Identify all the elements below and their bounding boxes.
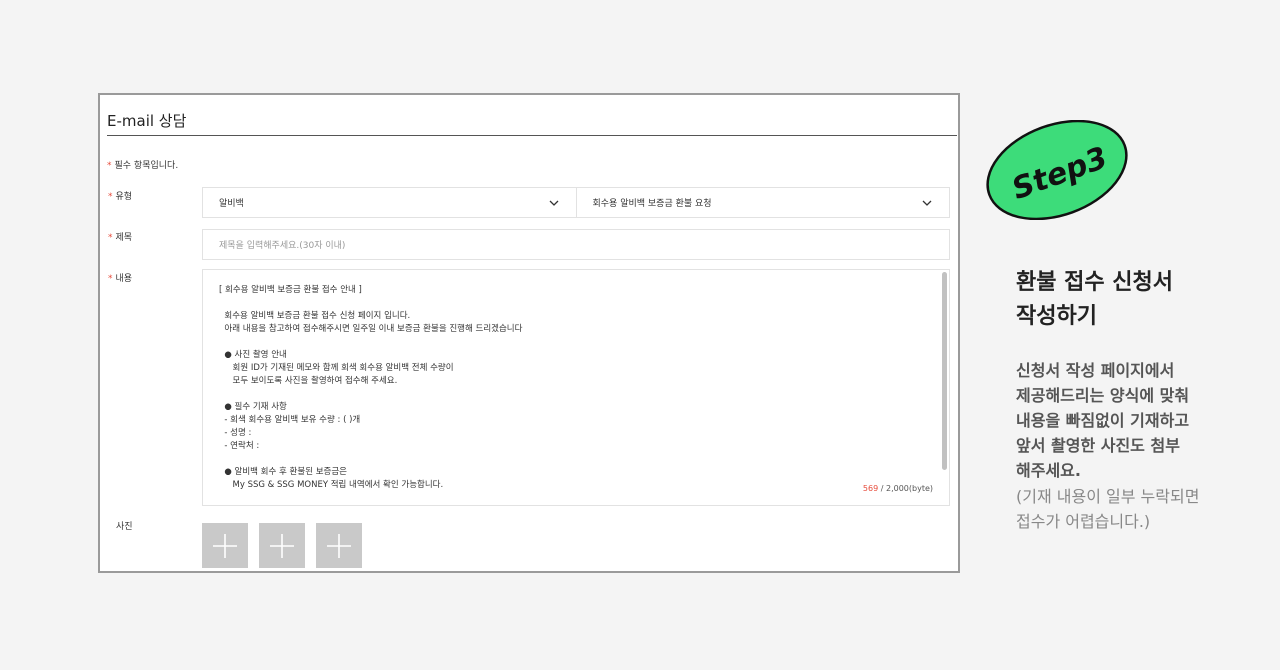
side-desc-line: 해주세요. [1016, 461, 1081, 480]
chevron-down-icon [549, 200, 558, 206]
required-note: * 필수 항목입니다. [107, 158, 178, 171]
content-label-text: 내용 [115, 274, 133, 284]
type-select-secondary[interactable]: 회수용 알비백 보증금 환불 요청 [575, 188, 950, 217]
side-note-line: 접수가 어렵습니다.) [1016, 512, 1151, 531]
content-textarea[interactable]: [ 회수용 알비백 보증금 환불 접수 안내 ] 회수용 알비백 보증금 환불 … [202, 269, 950, 506]
type-select-primary-value: 알비백 [219, 199, 244, 209]
content-text: [ 회수용 알비백 보증금 환불 접수 안내 ] 회수용 알비백 보증금 환불 … [219, 285, 523, 490]
plus-icon [327, 534, 351, 558]
form-title: E-mail 상담 [107, 111, 957, 136]
side-desc-line: 제공해드리는 양식에 맞춰 [1016, 386, 1190, 405]
required-star: * [108, 192, 113, 202]
side-desc-line: 앞서 촬영한 사진도 첨부 [1016, 436, 1180, 455]
required-star: * [108, 233, 113, 243]
side-desc-line: 내용을 빠짐없이 기재하고 [1016, 411, 1190, 430]
required-star: * [107, 161, 112, 171]
side-heading-line1: 환불 접수 신청서 [1016, 270, 1173, 295]
required-star: * [108, 274, 113, 284]
type-select-primary[interactable]: 알비백 [203, 188, 576, 217]
add-photo-button[interactable] [202, 523, 248, 568]
side-note: (기재 내용이 일부 누락되면 접수가 어렵습니다.) [1016, 484, 1246, 534]
side-desc-line: 신청서 작성 페이지에서 [1016, 361, 1175, 380]
byte-counter: 569 / 2,000(byte) [860, 484, 935, 493]
subject-label-text: 제목 [115, 233, 133, 243]
type-label-text: 유형 [115, 192, 133, 202]
step3-badge: Step3 [986, 120, 1128, 220]
email-form-panel: E-mail 상담 * 필수 항목입니다. * 유형 알비백 회수용 알비백 보증금… [98, 93, 960, 573]
side-heading: 환불 접수 신청서 작성하기 [1016, 266, 1246, 334]
byte-current: 569 [862, 484, 879, 493]
photo-label: 사진 [116, 522, 133, 532]
subject-input[interactable]: 제목을 입력해주세요.(30자 이내) [202, 229, 950, 260]
plus-icon [213, 534, 237, 558]
photo-upload-row [202, 523, 362, 568]
type-select-secondary-value: 회수용 알비백 보증금 환불 요청 [592, 199, 712, 209]
add-photo-button[interactable] [316, 523, 362, 568]
side-heading-line2: 작성하기 [1016, 304, 1097, 329]
required-note-text: 필수 항목입니다. [114, 161, 179, 171]
type-select-group: 알비백 회수용 알비백 보증금 환불 요청 [202, 187, 950, 218]
chevron-down-icon [922, 200, 932, 206]
side-description: 신청서 작성 페이지에서 제공해드리는 양식에 맞춰 내용을 빠짐없이 기재하고… [1016, 358, 1246, 483]
byte-max: / 2,000(byte) [878, 484, 933, 493]
type-label: * 유형 [108, 189, 132, 202]
side-note-line: (기재 내용이 일부 누락되면 [1016, 487, 1200, 506]
add-photo-button[interactable] [259, 523, 305, 568]
content-scrollbar[interactable] [942, 272, 947, 470]
content-label: * 내용 [108, 271, 132, 284]
subject-label: * 제목 [108, 230, 132, 243]
plus-icon [270, 534, 294, 558]
